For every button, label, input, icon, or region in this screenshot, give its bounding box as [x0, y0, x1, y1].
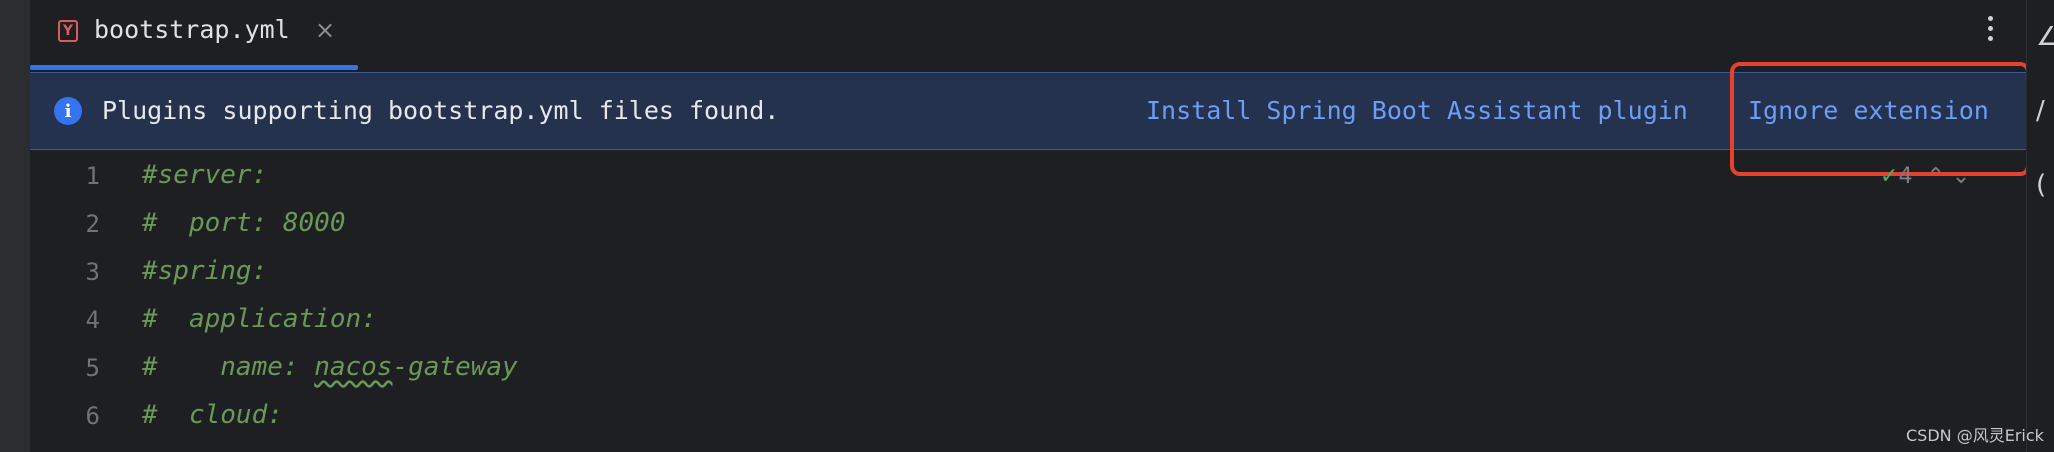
check-icon: ✓ [1880, 164, 1899, 189]
right-panel-glyph: / [2036, 96, 2045, 126]
tab-title: bootstrap.yml [94, 15, 290, 44]
banner-message: Plugins supporting bootstrap.yml files f… [102, 96, 780, 125]
line-number: 2 [85, 210, 100, 238]
tab-bootstrap-yml[interactable]: Y bootstrap.yml × [30, 0, 358, 71]
tab-bar: Y bootstrap.yml × [30, 0, 2026, 71]
right-tool-strip [2026, 0, 2054, 452]
code-line: #spring: [142, 256, 268, 286]
line-number: 4 [85, 306, 100, 334]
yaml-file-icon: Y [58, 20, 78, 42]
plugin-suggestion-banner: i Plugins supporting bootstrap.yml files… [30, 72, 2026, 150]
line-number: 5 [85, 354, 100, 382]
code-line: # application: [142, 304, 377, 334]
active-tab-indicator [30, 65, 358, 70]
spelling-warning-word: nacos [314, 352, 393, 382]
editor-pane: Y bootstrap.yml × i Plugins supporting b… [30, 0, 2030, 452]
info-icon: i [54, 97, 82, 125]
right-panel-glyph: ∠ [2036, 22, 2054, 52]
inspection-widget[interactable]: ✓4 ⌃ ⌄ [1880, 164, 1970, 189]
code-line: # name: nacos-gateway [142, 352, 518, 382]
code-line: #server: [142, 160, 268, 190]
line-number: 1 [85, 162, 100, 190]
code-line: # port: 8000 [142, 208, 346, 238]
annotation-highlight-box [1730, 62, 2030, 176]
line-number: 3 [85, 258, 100, 286]
more-vertical-icon[interactable] [1980, 12, 2000, 52]
code-line: # cloud: [142, 400, 283, 430]
code-line-prefix: # name: [142, 352, 315, 382]
right-panel-glyph: ( [2036, 170, 2047, 200]
close-icon[interactable]: × [315, 16, 335, 44]
left-tool-strip [0, 0, 30, 452]
install-plugin-link[interactable]: Install Spring Boot Assistant plugin [1146, 96, 1688, 125]
line-number: 6 [85, 402, 100, 430]
watermark: CSDN @风灵Erick [1906, 426, 2044, 445]
code-line-suffix: -gateway [392, 352, 518, 382]
inspection-count: 4 [1898, 164, 1913, 189]
nav-arrows-icon[interactable]: ⌃ ⌄ [1926, 164, 1970, 189]
